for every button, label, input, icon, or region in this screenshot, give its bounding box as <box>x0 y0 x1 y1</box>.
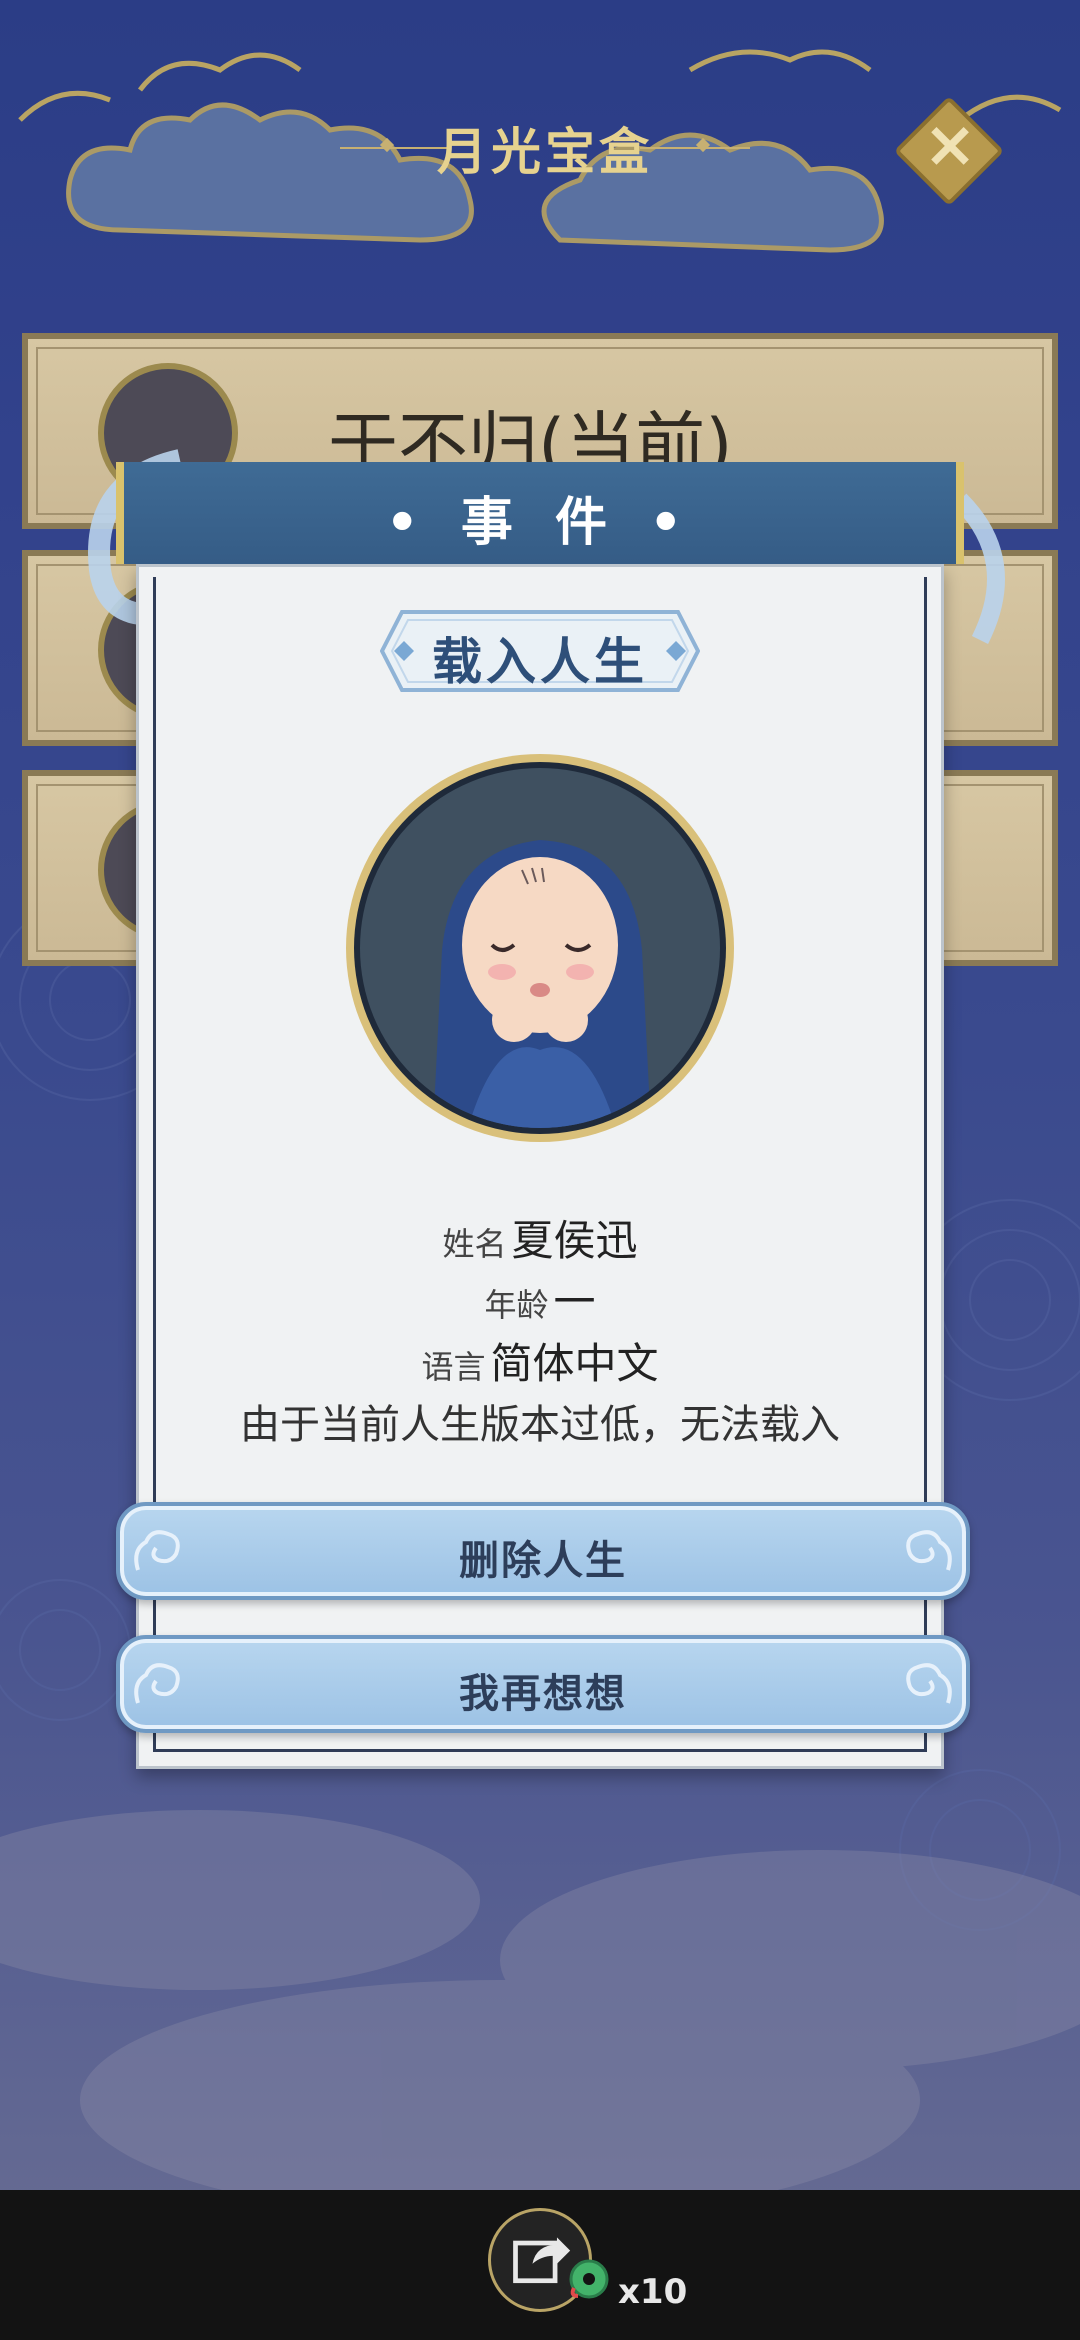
dialog-title: • 事 件 • <box>385 493 695 553</box>
event-badge-label-wrap: 载入人生 <box>380 608 700 694</box>
character-portrait <box>346 754 734 1142</box>
share-reward-count: x10 <box>618 2272 688 2312</box>
delete-life-label: 删除人生 <box>459 1538 627 1584</box>
reconsider-label: 我再想想 <box>459 1671 627 1717</box>
age-value: 一 <box>553 1277 596 1326</box>
reconsider-button[interactable]: 我再想想 <box>116 1635 970 1733</box>
delete-life-button[interactable]: 删除人生 <box>116 1502 970 1600</box>
title-divider-right <box>640 147 750 149</box>
button-cloud-ornament-right <box>906 1530 952 1571</box>
jade-coin-icon <box>569 2259 609 2299</box>
version-warning: 由于当前人生版本过低，无法载入 <box>240 1402 840 1448</box>
button-cloud-ornament-right <box>906 1663 952 1704</box>
event-badge-label: 载入人生 <box>432 633 648 691</box>
name-label: 姓名 <box>442 1225 507 1263</box>
language-label: 语言 <box>421 1348 486 1386</box>
info-age-row: 年龄 一 <box>150 1268 930 1329</box>
dialog-header: • 事 件 • <box>116 462 964 564</box>
info-language-row: 语言 简体中文 <box>150 1330 930 1391</box>
info-name-row: 姓名 夏侯迅 <box>150 1207 930 1268</box>
name-value: 夏侯迅 <box>511 1216 638 1265</box>
age-label: 年龄 <box>484 1286 549 1324</box>
close-icon[interactable]: × <box>915 110 985 180</box>
language-value: 简体中文 <box>490 1339 659 1388</box>
header-title-group: 月光宝盒 <box>340 100 750 190</box>
